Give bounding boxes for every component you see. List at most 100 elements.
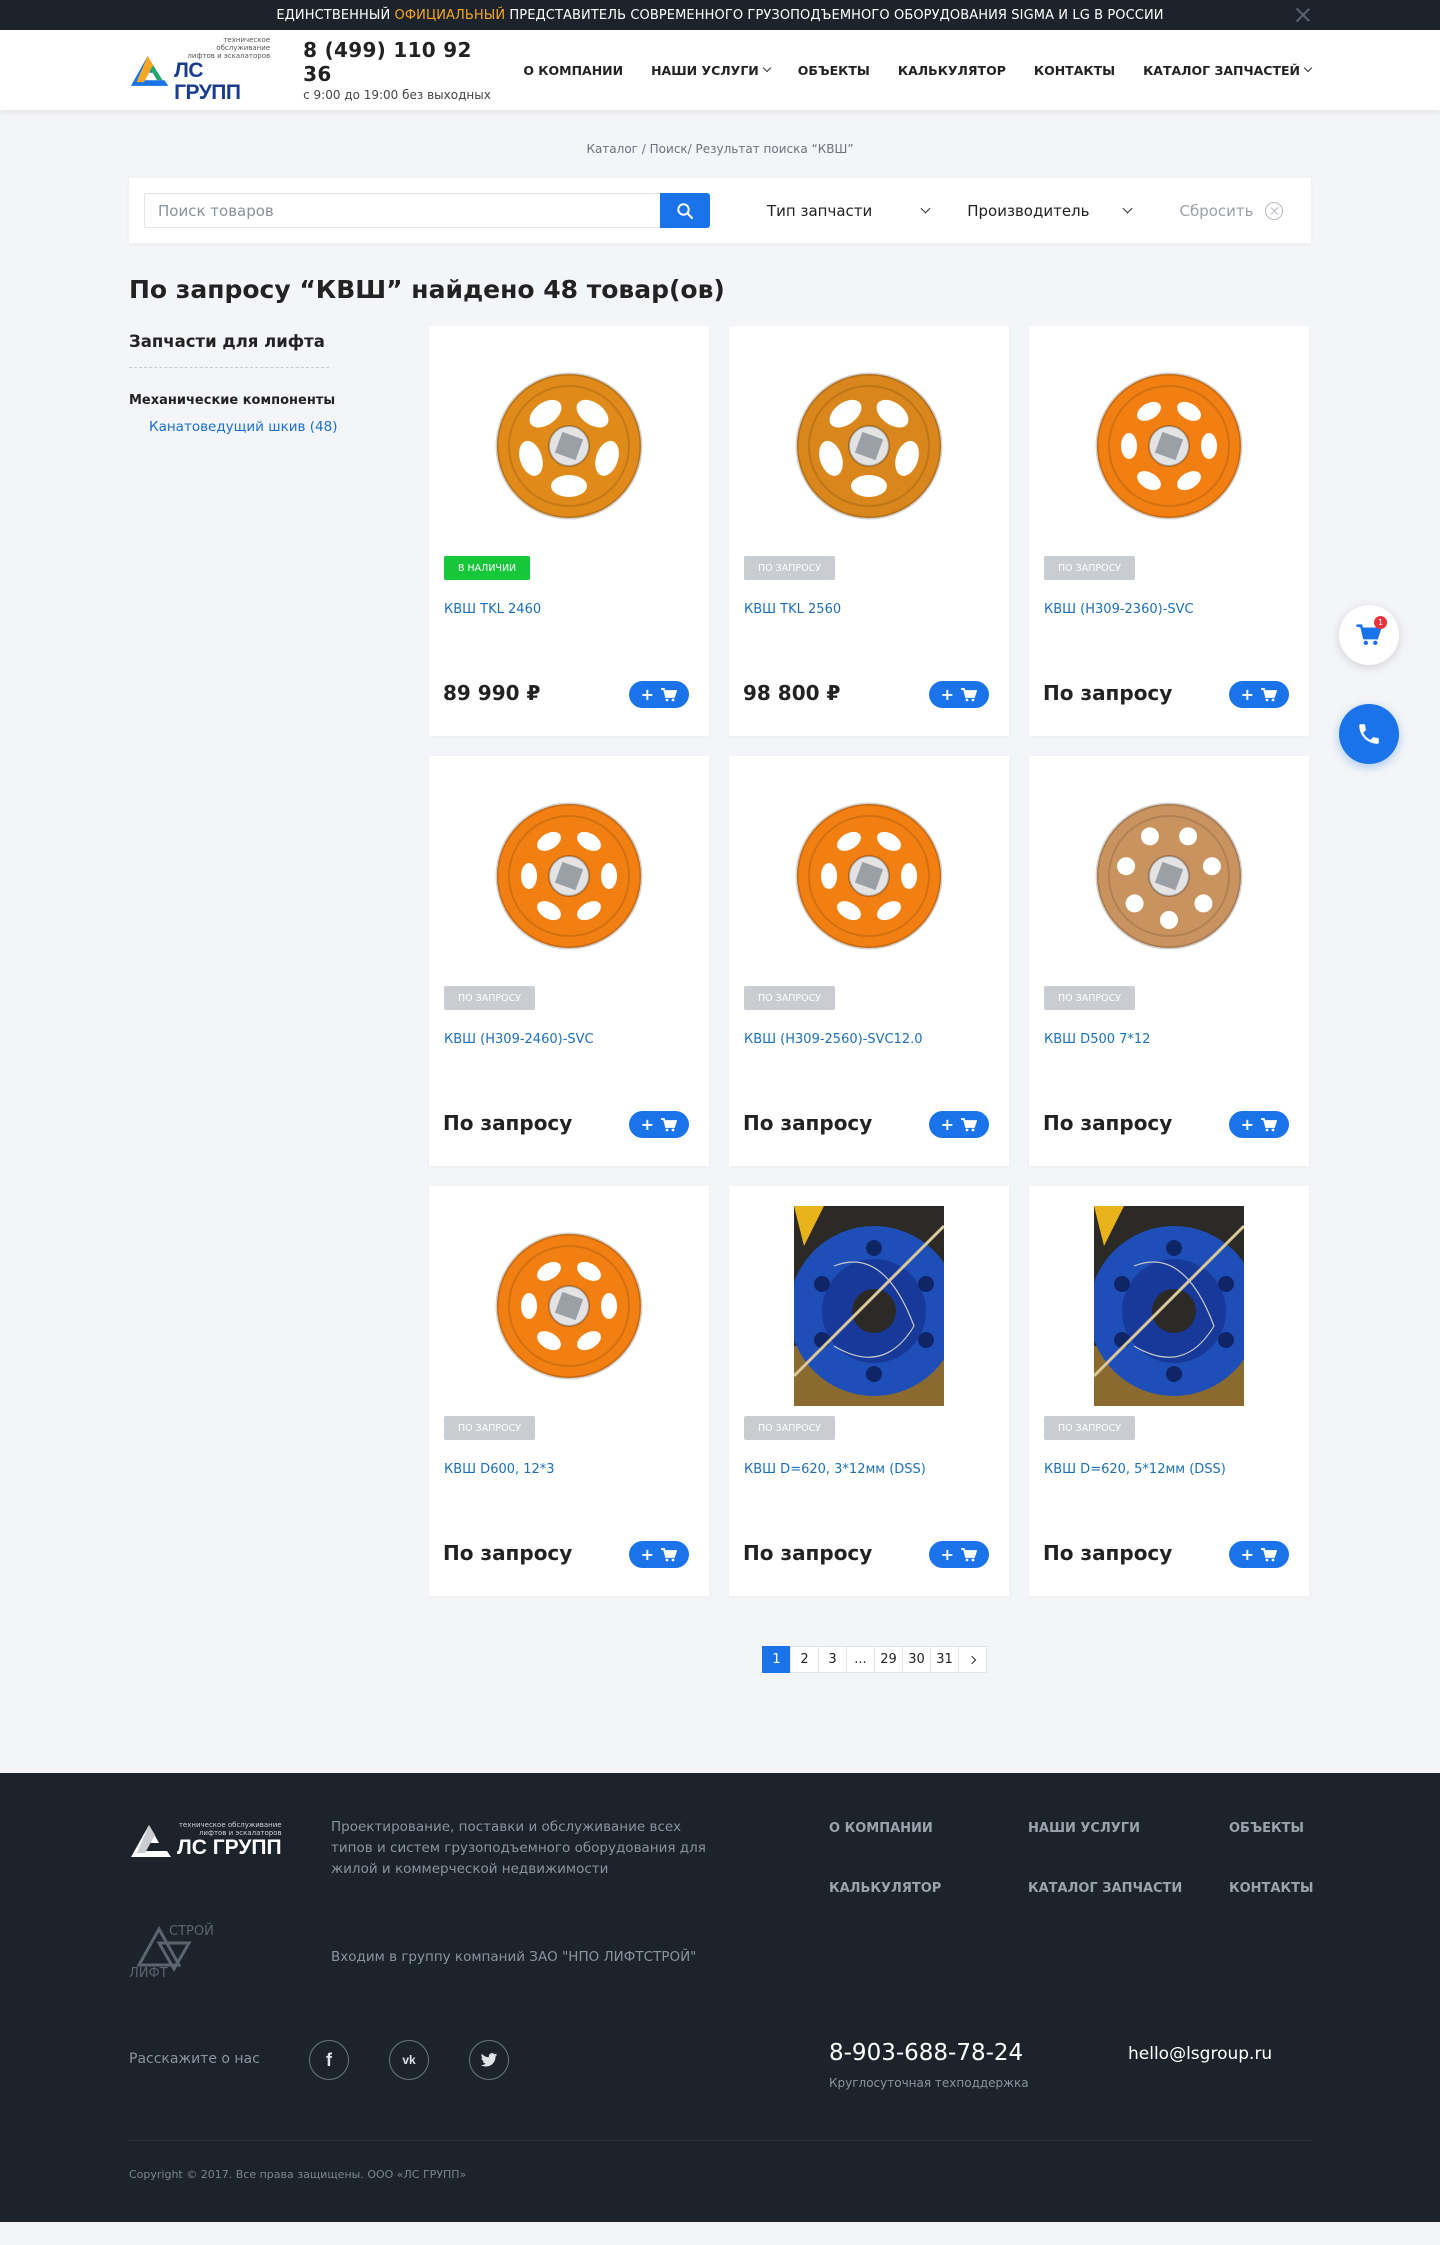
sheave-image (795, 372, 943, 520)
search-button[interactable] (660, 193, 710, 228)
footer-nav-about[interactable]: О КОМПАНИИ (829, 1821, 933, 1836)
page-2[interactable]: 2 (790, 1646, 819, 1673)
product-image[interactable] (794, 776, 944, 976)
vk-icon[interactable]: vk (389, 2040, 429, 2080)
product-name[interactable]: КВШ (Н309-2460)-SVC (444, 1032, 594, 1047)
product-image[interactable] (1094, 1206, 1244, 1406)
product-card[interactable]: ПО ЗАПРОСУ КВШ D500 7*12 По запросу + (1029, 756, 1309, 1166)
nav-contacts[interactable]: КОНТАКТЫ (1034, 63, 1115, 78)
footer-nav-services[interactable]: НАШИ УСЛУГИ (1028, 1821, 1140, 1836)
breadcrumb-catalog[interactable]: Каталог (586, 142, 638, 156)
nav-about[interactable]: О КОМПАНИИ (523, 63, 623, 78)
status-badge: ПО ЗАПРОСУ (744, 1416, 836, 1440)
footer-nav-contacts[interactable]: КОНТАКТЫ (1229, 1881, 1313, 1896)
add-to-cart-button[interactable]: + (1229, 1541, 1289, 1568)
add-to-cart-button[interactable]: + (1229, 681, 1289, 708)
page-1[interactable]: 1 (762, 1646, 791, 1673)
page-29[interactable]: 29 (874, 1646, 903, 1673)
product-card[interactable]: ПО ЗАПРОСУ КВШ (Н309-2360)-SVC По запрос… (1029, 326, 1309, 736)
product-image[interactable] (794, 1206, 944, 1406)
add-to-cart-button[interactable]: + (929, 1111, 989, 1138)
product-card[interactable]: ПО ЗАПРОСУ КВШ (Н309-2460)-SVC По запрос… (429, 756, 709, 1166)
twitter-icon[interactable] (469, 2040, 509, 2080)
logo[interactable]: техническое обслуживание лифтов и эскала… (129, 36, 270, 104)
product-name[interactable]: КВШ (Н309-2560)-SVC12.0 (744, 1032, 923, 1047)
sidebar-title: Запчасти для лифта (129, 332, 325, 351)
product-name[interactable]: КВШ D=620, 3*12мм (DSS) (744, 1462, 926, 1477)
product-card[interactable]: ПО ЗАПРОСУ КВШ D=620, 5*12мм (DSS) По за… (1029, 1186, 1309, 1596)
product-image[interactable] (494, 346, 644, 546)
breadcrumb-search[interactable]: Поиск/ (650, 142, 692, 156)
floating-cart-button[interactable]: 1 (1339, 605, 1399, 665)
footer-logo[interactable]: техническое обслуживание лифтов и эскала… (129, 1821, 282, 1859)
product-card[interactable]: В НАЛИЧИИ КВШ TKL 2460 89 990 ₽ + (429, 326, 709, 736)
nav-calculator[interactable]: КАЛЬКУЛЯТОР (898, 63, 1006, 78)
page-31[interactable]: 31 (930, 1646, 959, 1673)
sidebar-item-traction-sheave[interactable]: Канатоведущий шкив (48) (149, 419, 429, 435)
facebook-icon[interactable]: f (309, 2040, 349, 2080)
footer: техническое обслуживание лифтов и эскала… (0, 1773, 1440, 2222)
chevron-down-icon (1123, 203, 1133, 214)
status-badge: ПО ЗАПРОСУ (744, 986, 836, 1010)
product-name[interactable]: КВШ (Н309-2360)-SVC (1044, 602, 1194, 617)
product-image[interactable] (794, 346, 944, 546)
footer-nav-objects[interactable]: ОБЪЕКТЫ (1229, 1821, 1304, 1836)
header-phone-block: 8 (499) 110 92 36 с 9:00 до 19:00 без вы… (303, 38, 495, 102)
sidebar-subtitle: Механические компоненты (129, 393, 336, 408)
sheave-image (495, 1232, 643, 1380)
logo-tagline-1: техническое обслуживание (216, 36, 271, 52)
product-name[interactable]: КВШ D=620, 5*12мм (DSS) (1044, 1462, 1226, 1477)
add-to-cart-button[interactable]: + (929, 681, 989, 708)
share-label: Расскажите о нас (129, 2051, 260, 2067)
page-3[interactable]: 3 (818, 1646, 847, 1673)
sidebar-divider (129, 367, 329, 368)
product-image[interactable] (1094, 776, 1244, 976)
page-30[interactable]: 30 (902, 1646, 931, 1673)
product-name[interactable]: КВШ TKL 2560 (744, 602, 841, 617)
add-to-cart-button[interactable]: + (629, 1111, 689, 1138)
product-image[interactable] (1094, 346, 1244, 546)
product-image[interactable] (494, 1206, 644, 1406)
manufacturer-dropdown[interactable]: Производитель (967, 202, 1133, 220)
footer-email[interactable]: hello@lsgroup.ru (1128, 2044, 1272, 2064)
search-input[interactable] (144, 193, 660, 228)
add-to-cart-button[interactable]: + (629, 1541, 689, 1568)
floating-call-button[interactable] (1339, 704, 1399, 764)
product-card[interactable]: ПО ЗАПРОСУ КВШ TKL 2560 98 800 ₽ + (729, 326, 1009, 736)
product-card[interactable]: ПО ЗАПРОСУ КВШ D=620, 3*12мм (DSS) По за… (729, 1186, 1009, 1596)
product-name[interactable]: КВШ D600, 12*3 (444, 1462, 555, 1477)
product-card[interactable]: ПО ЗАПРОСУ КВШ (Н309-2560)-SVC12.0 По за… (729, 756, 1009, 1166)
search-filter-bar: Тип запчасти Производитель Сбросить (129, 178, 1311, 243)
next-page-button[interactable] (958, 1646, 987, 1673)
cart-icon (661, 1117, 678, 1131)
nav-parts-catalog[interactable]: КАТАЛОГ ЗАПЧАСТЕЙ (1143, 63, 1313, 78)
add-to-cart-button[interactable]: + (1229, 1111, 1289, 1138)
group-membership-text: Входим в группу компаний ЗАО "НПО ЛИФТСТ… (331, 1949, 697, 1965)
nav-services[interactable]: НАШИ УСЛУГИ (651, 63, 771, 78)
cart-icon (961, 687, 978, 701)
plus-icon: + (640, 684, 655, 704)
add-to-cart-button[interactable]: + (629, 681, 689, 708)
footer-nav-calculator[interactable]: КАЛЬКУЛЯТОР (829, 1881, 941, 1896)
header-phone[interactable]: 8 (499) 110 92 36 (303, 38, 495, 86)
product-image[interactable] (494, 776, 644, 976)
footer-phone[interactable]: 8-903-688-78-24 (829, 2040, 1023, 2066)
product-card[interactable]: ПО ЗАПРОСУ КВШ D600, 12*3 По запросу + (429, 1186, 709, 1596)
add-to-cart-button[interactable]: + (929, 1541, 989, 1568)
sheave-image (1095, 372, 1243, 520)
product-price: По запросу (743, 1541, 873, 1565)
nav-objects[interactable]: ОБЪЕКТЫ (798, 63, 870, 78)
plus-icon: + (940, 1544, 955, 1564)
logo-icon (131, 1825, 171, 1857)
page-title: По запросу “КВШ” найдено 48 товар(ов) (129, 275, 725, 304)
status-badge: ПО ЗАПРОСУ (444, 1416, 536, 1440)
product-name[interactable]: КВШ D500 7*12 (1044, 1032, 1150, 1047)
sheave-image (495, 372, 643, 520)
close-icon[interactable] (1294, 6, 1312, 24)
footer-nav-parts-catalog[interactable]: КАТАЛОГ ЗАПЧАСТИ (1028, 1881, 1182, 1896)
group-logo[interactable]: СТРОЙ ЛИФТ (129, 1919, 229, 1981)
product-name[interactable]: КВШ TKL 2460 (444, 602, 541, 617)
part-type-dropdown[interactable]: Тип запчасти (767, 202, 931, 220)
reset-filters-button[interactable]: Сбросить (1179, 201, 1284, 220)
plus-icon: + (1240, 1544, 1255, 1564)
